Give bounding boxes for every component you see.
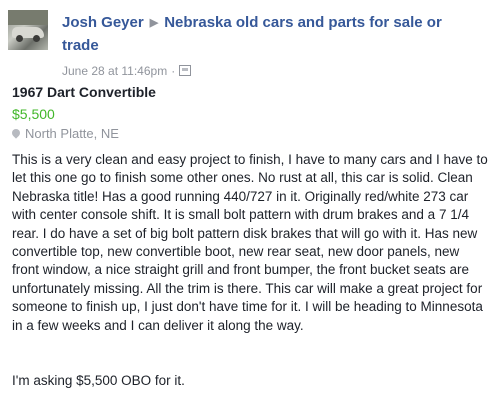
post-timestamp-link[interactable]: June 28 at 11:46pm [62, 64, 167, 78]
listing-title: 1967 Dart Convertible [12, 84, 156, 100]
post-meta: June 28 at 11:46pm · [62, 64, 192, 78]
location-label: North Platte, NE [25, 126, 119, 141]
listing-price: $5,500 [12, 106, 55, 122]
author-avatar[interactable] [8, 10, 48, 50]
listing-description: This is a very clean and easy project to… [12, 152, 488, 333]
meta-separator: · [171, 64, 176, 78]
marketplace-post: Josh Geyer ▶ Nebraska old cars and parts f… [0, 0, 500, 400]
location-pin-icon [10, 127, 22, 139]
avatar-wheel [33, 35, 40, 42]
listing-closing-text: I'm asking $5,500 OBO for it. [12, 373, 185, 388]
avatar-wheel [16, 35, 23, 42]
author-name-link[interactable]: Josh Geyer [62, 14, 144, 31]
arrow-right-icon: ▶ [149, 17, 159, 29]
avatar-background [8, 10, 48, 25]
post-header: Josh Geyer ▶ Nebraska old cars and parts f… [8, 10, 492, 78]
post-title-line: Josh Geyer ▶ Nebraska old cars and parts f… [62, 12, 482, 56]
listing-location: North Platte, NE [10, 126, 119, 141]
audience-icon[interactable] [179, 65, 192, 76]
